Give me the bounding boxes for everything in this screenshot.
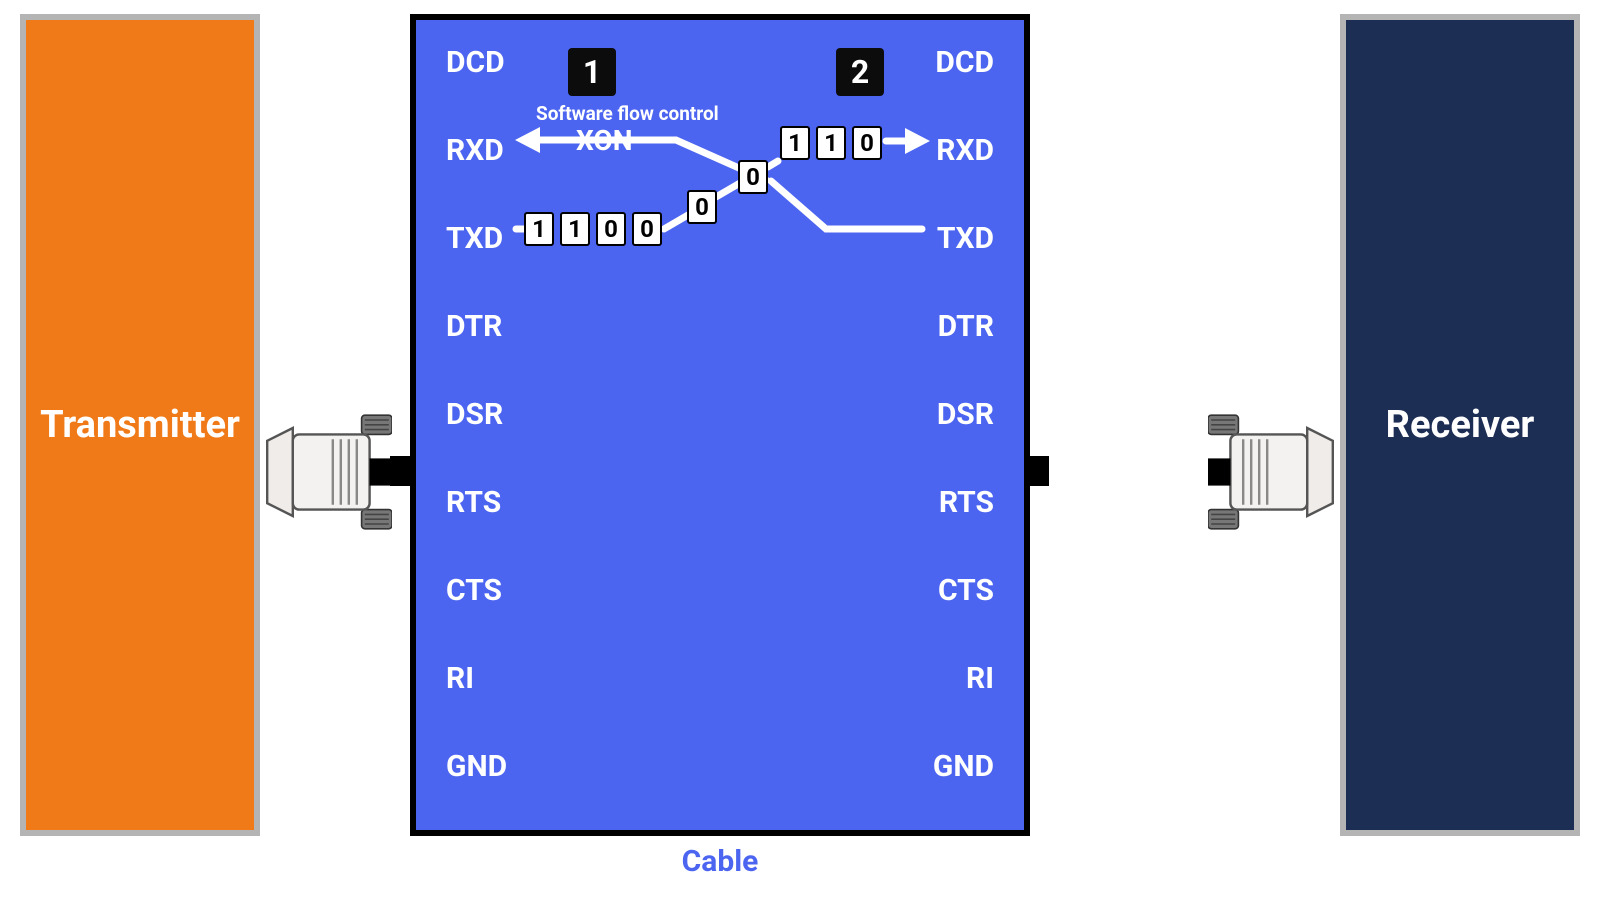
pin-txd-left: TXD	[446, 220, 503, 258]
bits-txd: 1100	[524, 212, 662, 246]
pin-labels-left: DCD RXD TXD DTR DSR RTS CTS RI GND	[446, 44, 507, 786]
data-bit: 1	[816, 126, 846, 160]
connector-right-icon	[1208, 412, 1336, 532]
receiver-box: Receiver	[1340, 14, 1580, 836]
pin-cts-left: CTS	[446, 572, 502, 610]
pin-gnd-right: GND	[933, 748, 994, 786]
pin-rts-left: RTS	[446, 484, 501, 522]
transmitter-label: Transmitter	[40, 403, 240, 447]
pin-rts-right: RTS	[939, 484, 994, 522]
cable-box: 1 2 Software flow control XON DCDRXDTXDD…	[410, 14, 1030, 836]
pin-ri-right: RI	[966, 660, 994, 698]
receiver-label: Receiver	[1386, 403, 1535, 447]
pin-dtr-left: DTR	[446, 308, 502, 346]
connector-left-icon	[264, 412, 392, 532]
pin-dtr-right: DTR	[938, 308, 994, 346]
data-bit: 0	[687, 190, 717, 224]
diagram-canvas: Transmitter Receiver	[0, 0, 1600, 900]
data-bit: 1	[560, 212, 590, 246]
pin-dcd-left: DCD	[446, 44, 505, 82]
pin-cts-right: CTS	[938, 572, 994, 610]
bits-cross-lo: 0	[687, 190, 717, 224]
pin-dsr-left: DSR	[446, 396, 503, 434]
transmitter-box: Transmitter	[20, 14, 260, 836]
bits-rxd: 110	[780, 126, 882, 160]
bits-cross-hi: 0	[738, 160, 768, 194]
pin-rxd-left: RXD	[446, 132, 504, 170]
pin-dsr-right: DSR	[937, 396, 994, 434]
data-bit: 0	[632, 212, 662, 246]
pin-rxd-right: RXD	[936, 132, 994, 170]
side-number-1: 1	[568, 48, 616, 96]
data-bit: 1	[524, 212, 554, 246]
data-bit: 1	[780, 126, 810, 160]
pin-ri-left: RI	[446, 660, 474, 698]
xon-label: XON	[576, 124, 633, 157]
cable-label: Cable	[410, 844, 1030, 879]
data-bit: 0	[596, 212, 626, 246]
software-flow-control-label: Software flow control	[536, 102, 719, 125]
pin-txd-right: TXD	[937, 220, 994, 258]
pin-gnd-left: GND	[446, 748, 507, 786]
data-bit: 0	[852, 126, 882, 160]
side-number-2: 2	[836, 48, 884, 96]
pin-dcd-right: DCD	[935, 44, 994, 82]
data-bit: 0	[738, 160, 768, 194]
pin-labels-right: DCD RXD TXD DTR DSR RTS CTS RI GND	[933, 44, 994, 786]
